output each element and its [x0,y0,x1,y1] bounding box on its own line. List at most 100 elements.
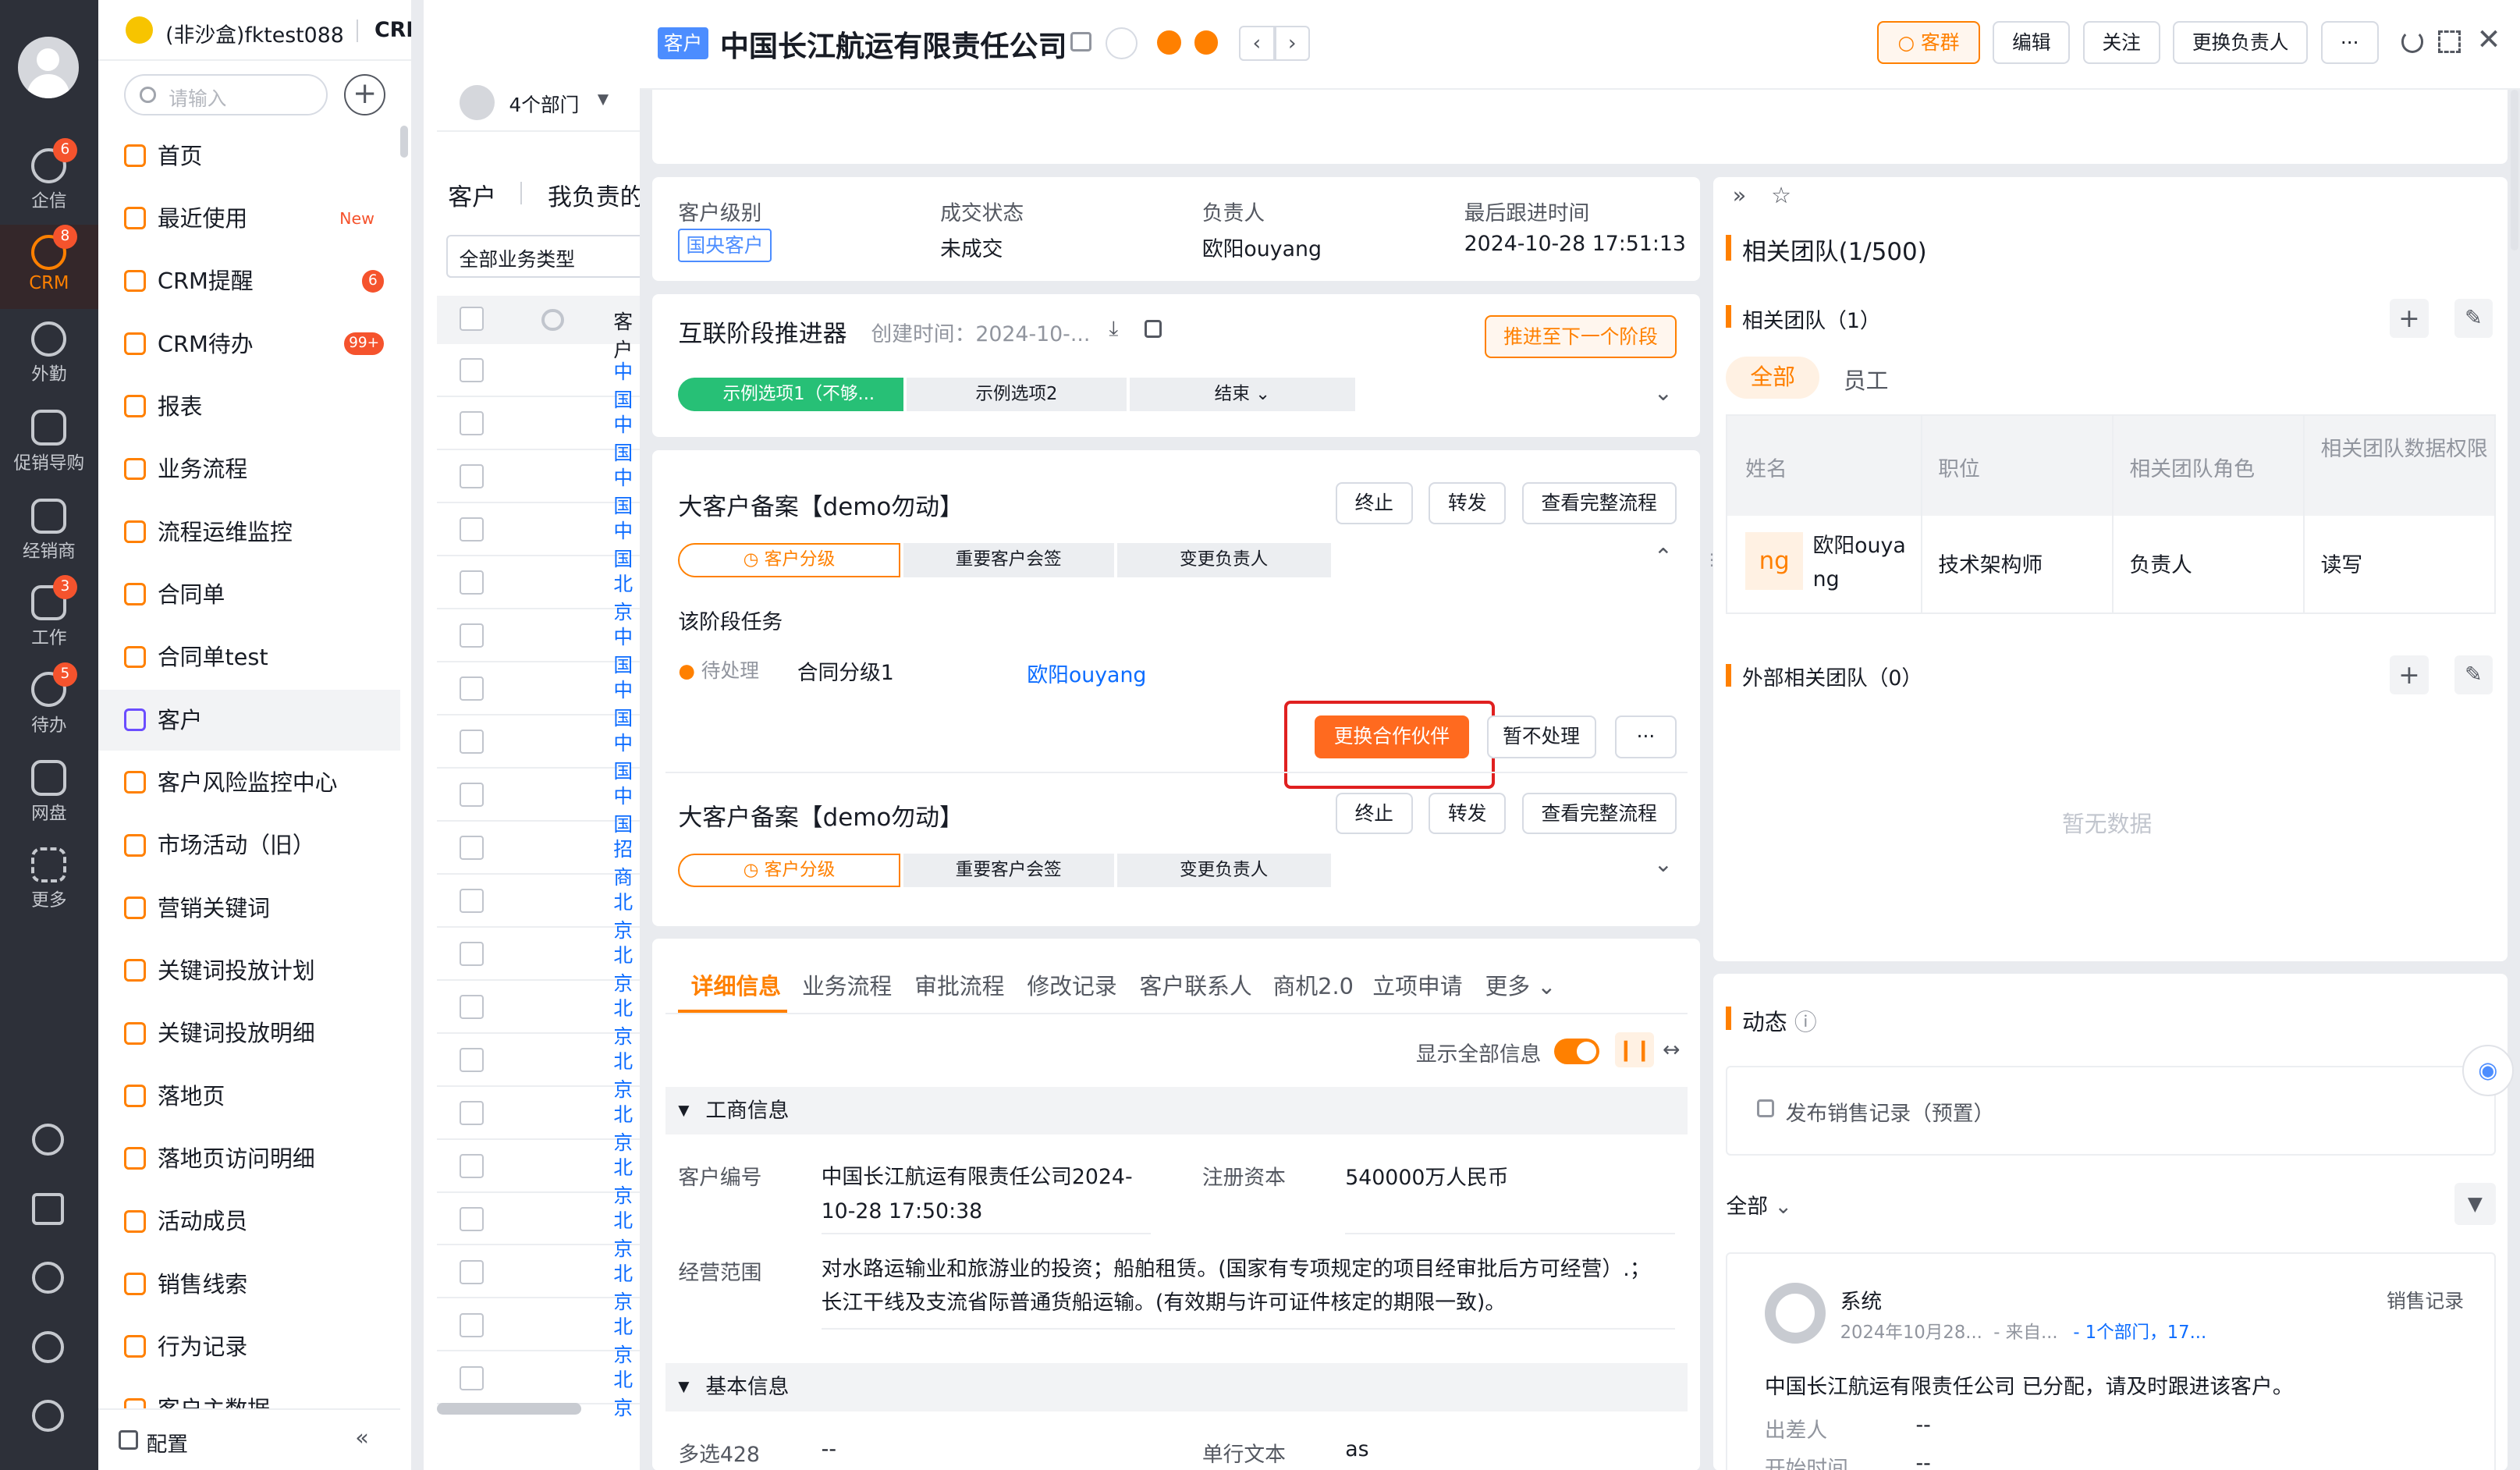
nav-item-2[interactable]: CRM提醒 6 [98,250,400,311]
dept-filter[interactable]: 4个部门 ▼ [436,73,646,132]
flow1-view-button[interactable]: 查看完整流程 [1521,482,1677,524]
row-checkbox[interactable] [459,464,484,489]
list-hscroll[interactable] [436,1403,582,1415]
row-checkbox[interactable] [459,623,484,648]
row-checkbox[interactable] [459,889,484,914]
team-tab-all[interactable]: 全部 [1726,357,1819,399]
fullscreen-icon[interactable] [2438,30,2461,53]
nav-item-11[interactable]: 市场活动（旧） [98,815,400,875]
pin-icon[interactable]: ☆ [1771,182,1791,208]
nav-item-10[interactable]: 客户风险监控中心 [98,752,400,813]
nav-item-0[interactable]: 首页 [98,126,400,186]
list-row[interactable]: 中国 [436,715,646,783]
nav-item-6[interactable]: 流程运维监控 [98,502,400,563]
flow1-forward-button[interactable]: 转发 [1429,482,1507,524]
column-layout-icon[interactable]: ❙❙ [1615,1031,1654,1067]
tag-icon[interactable] [1106,27,1138,60]
list-row[interactable]: 中国 [436,344,646,411]
task-more-button[interactable]: ··· [1615,715,1677,759]
row-checkbox[interactable] [459,676,484,701]
add-external-button[interactable]: + [2390,655,2429,694]
tab-business-flow[interactable]: 业务流程 [802,969,892,1001]
list-row[interactable]: 北京 [436,981,646,1048]
flow2-terminate-button[interactable]: 终止 [1335,792,1413,835]
row-checkbox[interactable] [459,1207,484,1231]
row-checkbox[interactable] [459,1260,484,1284]
row-checkbox[interactable] [459,995,484,1020]
rail-item-work[interactable]: 工作 3 [0,575,98,656]
download-icon[interactable]: ⤓ [1109,317,1118,342]
nav-item-3[interactable]: CRM待办 99+ [98,314,400,375]
skip-button[interactable]: 暂不处理 [1486,715,1596,759]
team-tab-employee[interactable]: 员工 [1844,364,1889,396]
list-row[interactable]: 中国 [436,450,646,517]
tab-change-log[interactable]: 修改记录 [1027,969,1116,1001]
collapse-up-icon[interactable]: ⌃ [1654,543,1673,570]
nav-item-14[interactable]: 关键词投放明细 [98,1003,400,1063]
edit-pencil-icon[interactable]: ✎ [2454,299,2493,338]
next-stage-button[interactable]: 推进至下一个阶段 [1485,314,1677,359]
list-row[interactable]: 北京 [436,1246,646,1313]
row-checkbox[interactable] [459,517,484,542]
nav-scrollbar[interactable] [399,125,409,158]
row-checkbox[interactable] [459,358,484,383]
nav-item-18[interactable]: 销售线索 [98,1254,400,1315]
select-all-checkbox[interactable] [459,307,484,332]
flow2-forward-button[interactable]: 转发 [1429,792,1507,835]
list-row[interactable]: 北京 [436,1087,646,1154]
type-filter[interactable]: 全部业务类型 [446,234,646,279]
expand-icon[interactable]: ⌄ [1654,850,1673,877]
user-avatar[interactable] [17,37,79,98]
change-owner-button[interactable]: 更换负责人 [2173,20,2309,65]
rail-item-promo[interactable]: 促销导购 [0,410,98,481]
row-checkbox[interactable] [459,1313,484,1337]
row-checkbox[interactable] [459,1365,484,1390]
show-all-toggle[interactable] [1554,1038,1599,1064]
notebook-icon[interactable] [32,1192,65,1225]
edit-pencil-icon[interactable]: ✎ [2454,655,2493,694]
row-layout-icon[interactable]: ↔ [1657,1032,1686,1067]
list-tab-customer[interactable]: 客户 [448,177,496,212]
list-row[interactable]: 中国 [436,769,646,836]
list-row[interactable]: 北京 [436,1140,646,1207]
nav-search[interactable]: 请输入 [123,73,328,116]
double-chevron-icon[interactable]: » [1733,182,1747,208]
group-button[interactable]: ○ 客群 [1877,20,1980,65]
help-icon[interactable] [32,1123,65,1156]
feed-filter[interactable]: 全部 ⌄ [1726,1189,1791,1220]
header-more-button[interactable]: ··· [2320,20,2379,65]
post-record-box[interactable]: 发布销售记录（预置） [1726,1065,2497,1156]
page-scrollbar[interactable] [2510,90,2519,251]
dept-link[interactable]: - 1个部门，17... [2073,1318,2206,1344]
contacts-icon[interactable] [32,1330,65,1363]
follow-button[interactable]: 关注 [2082,20,2160,65]
rail-item-todo[interactable]: 待办 5 [0,662,98,743]
edit-button[interactable]: 编辑 [1993,20,2071,65]
close-icon[interactable]: ✕ [2476,23,2500,56]
rail-item-dealer[interactable]: 经销商 [0,498,98,570]
list-row[interactable]: 北京 [436,1351,646,1419]
nav-item-13[interactable]: 关键词投放计划 [98,940,400,1001]
rail-item-field[interactable]: 外勤 [0,321,98,392]
rail-item-drive[interactable]: 网盘 [0,760,98,831]
filter-funnel-icon[interactable]: ▼ [2454,1183,2497,1225]
list-row[interactable]: 招商 [436,822,646,889]
nav-item-1[interactable]: 最近使用 New [98,188,400,249]
add-member-button[interactable]: + [2390,299,2429,338]
list-row[interactable]: 中国 [436,503,646,570]
nav-item-12[interactable]: 营销关键词 [98,878,400,939]
list-row[interactable]: 北京 [436,875,646,942]
list-row[interactable]: 中国 [436,397,646,464]
tab-approval-flow[interactable]: 审批流程 [914,969,1004,1001]
stage-step-1[interactable]: 示例选项1（不够... [678,378,903,412]
flow2-view-button[interactable]: 查看完整流程 [1521,792,1677,835]
config-link[interactable]: 配置 [146,1427,188,1458]
change-partner-button[interactable]: 更换合作伙伴 [1315,715,1469,759]
nav-item-8[interactable]: 合同单test [98,627,400,687]
history-icon[interactable] [32,1262,65,1294]
nav-item-7[interactable]: 合同单 [98,564,400,625]
flow1-stage-1[interactable]: ◷ 客户分级 [678,543,900,577]
tab-opportunity[interactable]: 商机2.0 [1273,969,1354,1001]
section-basic[interactable]: ▼ 基本信息 [665,1362,1688,1411]
prev-record-button[interactable]: ‹ [1239,25,1275,62]
